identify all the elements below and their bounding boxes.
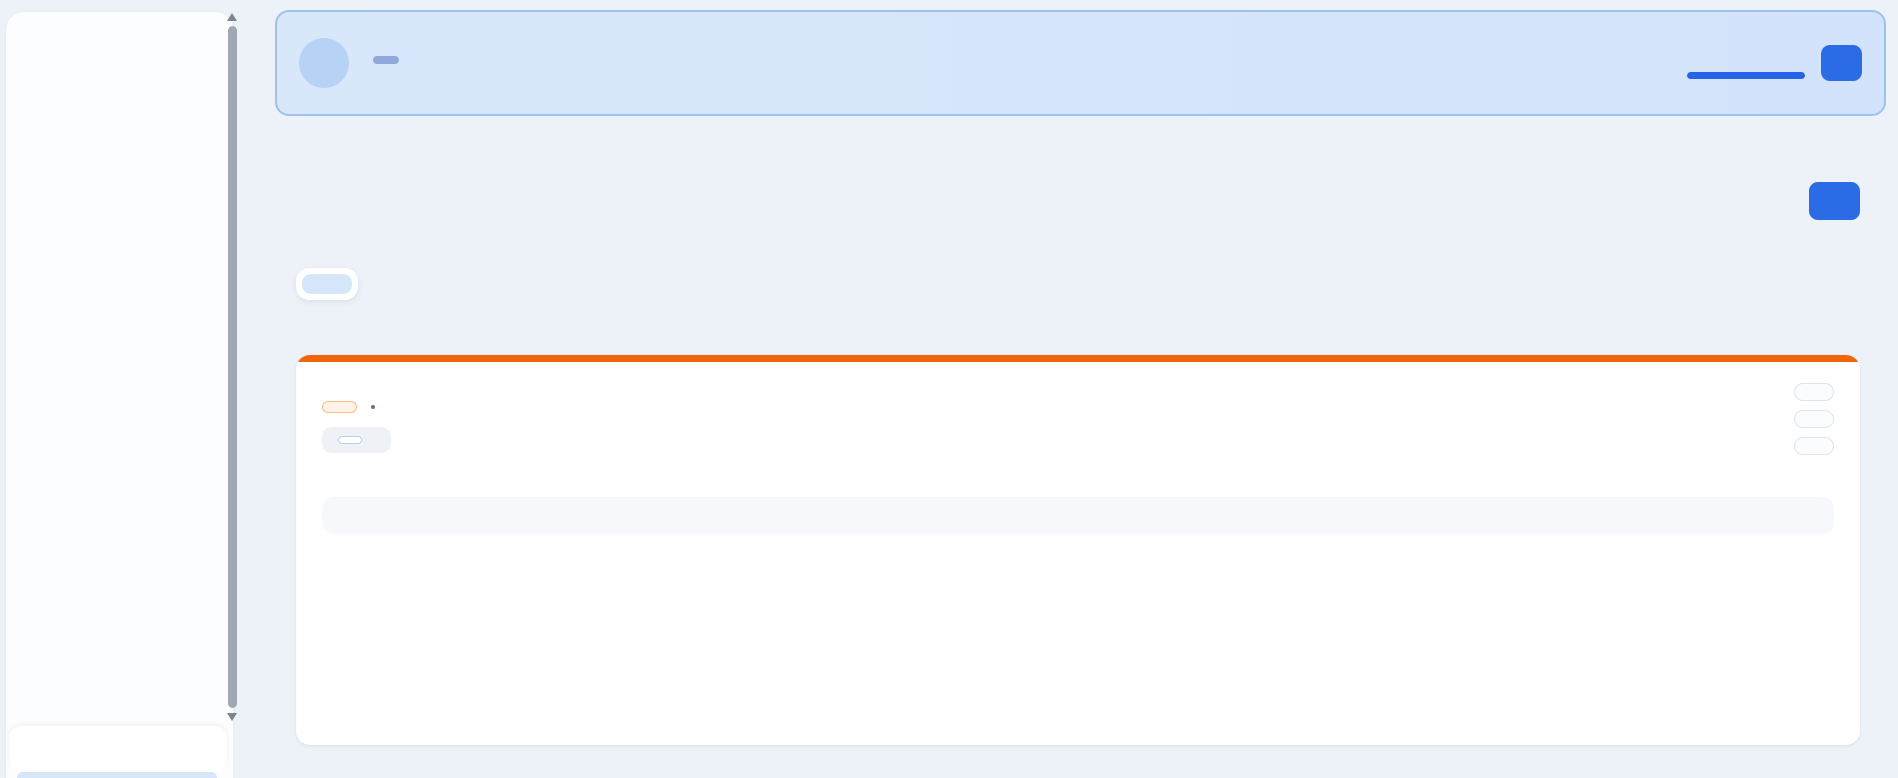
- status-badge: [322, 401, 357, 413]
- environment-tabs: [296, 268, 358, 300]
- trophy-badge: [299, 38, 349, 88]
- separator-dot: [371, 405, 375, 409]
- scrollbar-thumb[interactable]: [227, 26, 237, 708]
- scroll-down-arrow[interactable]: [227, 713, 237, 721]
- edit-button[interactable]: [1794, 410, 1834, 428]
- progress-fill: [1687, 71, 1805, 79]
- quest-progress: [1687, 48, 1805, 79]
- tab-development[interactable]: [302, 274, 352, 294]
- next-step-button[interactable]: [1821, 45, 1862, 81]
- scroll-up-arrow[interactable]: [227, 13, 237, 21]
- quest-status-badge: [373, 56, 399, 64]
- add-monitoring-button[interactable]: [1809, 182, 1860, 220]
- monitor-card: [296, 355, 1860, 745]
- sidebar: [6, 12, 233, 778]
- quest-text: [363, 56, 399, 70]
- details-row: [322, 497, 1834, 534]
- quest-banner: [275, 10, 1886, 116]
- pause-button[interactable]: [1794, 383, 1834, 401]
- http-method-badge: [338, 436, 362, 444]
- endpoint-row: [322, 427, 391, 453]
- delete-button[interactable]: [1794, 437, 1834, 455]
- sidebar-scrollbar[interactable]: [227, 13, 237, 721]
- clipped-section-peek: [17, 772, 217, 778]
- toggle-all-button[interactable]: [9, 726, 227, 772]
- page-header: [296, 170, 1860, 220]
- card-actions: [1794, 383, 1834, 455]
- progress-bar: [1687, 71, 1805, 79]
